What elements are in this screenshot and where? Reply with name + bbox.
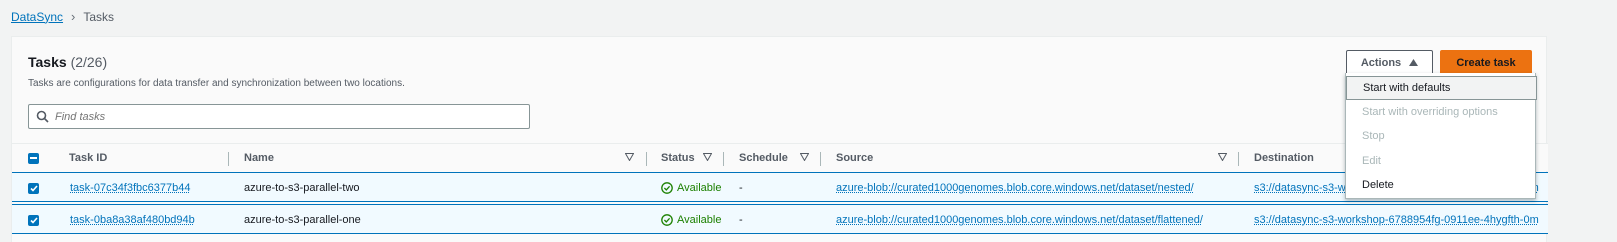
menu-item-stop: Stop [1362,130,1385,142]
title-count: (2/26) [70,54,108,70]
sort-caret-icon[interactable] [800,153,809,161]
destination-link[interactable]: s3://datasync-s3-workshop-6788954fg-0911… [1254,214,1539,226]
row-checkbox[interactable] [28,173,39,203]
breadcrumb-current: Tasks [83,9,115,24]
search-box[interactable] [28,104,530,129]
source-cell: azure-blob://curated1000genomes.blob.cor… [836,173,1194,203]
name-cell: azure-to-s3-parallel-one [244,214,361,226]
chevron-right-icon: › [71,9,76,24]
page-title: Tasks (2/26) [28,54,107,70]
status-cell: Available [661,205,721,235]
breadcrumb: DataSync › Tasks [11,9,114,24]
column-header-task-id[interactable]: Task ID [69,144,107,172]
caret-up-icon [1409,59,1419,66]
column-divider[interactable] [1238,152,1239,166]
sort-caret-icon[interactable] [625,153,634,161]
column-header-destination[interactable]: Destination [1254,144,1314,172]
task-id-link[interactable]: task-0ba8a38af480bd94b [70,214,195,226]
actions-dropdown-menu: Start with defaults Start with overridin… [1345,73,1537,199]
table-header: Task ID Name Status Schedule Source Dest… [12,143,1548,171]
task-id-cell: task-07c34f3fbc6377b44 [70,173,190,203]
column-header-schedule[interactable]: Schedule [739,144,788,172]
column-divider[interactable] [228,152,229,166]
check-icon [29,216,38,224]
row-checkbox[interactable] [28,205,39,235]
search-icon [29,110,55,123]
check-icon [29,184,38,192]
select-all-checkbox[interactable] [28,144,39,172]
success-check-icon [661,214,673,226]
success-check-icon [661,182,673,194]
status-cell: Available [661,173,721,203]
schedule-cell: - [739,214,743,226]
sort-caret-icon[interactable] [1218,153,1227,161]
column-header-name[interactable]: Name [244,144,274,172]
task-id-link[interactable]: task-07c34f3fbc6377b44 [70,182,190,194]
status-text: Available [677,214,722,226]
source-link[interactable]: azure-blob://curated1000genomes.blob.cor… [836,214,1203,226]
menu-item-delete[interactable]: Delete [1346,173,1537,197]
column-header-source[interactable]: Source [836,144,873,172]
menu-item-start-with-overriding-options: Start with overriding options [1362,106,1498,118]
status-text: Available [677,182,722,194]
task-id-cell: task-0ba8a38af480bd94b [70,205,195,235]
column-divider[interactable] [646,152,647,166]
column-divider[interactable] [820,152,821,166]
menu-item-edit: Edit [1362,155,1381,167]
tasks-panel: Tasks (2/26) Tasks are configurations fo… [11,36,1548,242]
column-divider[interactable] [723,152,724,166]
search-input[interactable] [55,110,515,123]
destination-cell: s3://datasync-s3-workshop-6788954fg-0911… [1254,205,1548,235]
sort-caret-icon[interactable] [703,153,712,161]
panel-description: Tasks are configurations for data transf… [28,78,405,89]
table-row[interactable]: task-07c34f3fbc6377b44 azure-to-s3-paral… [12,172,1548,202]
actions-button-label: Actions [1360,56,1402,69]
column-header-status[interactable]: Status [661,144,695,172]
menu-item-start-with-defaults[interactable]: Start with defaults [1346,76,1537,100]
create-task-button[interactable]: Create task [1440,50,1532,75]
breadcrumb-datasync-link[interactable]: DataSync [11,10,63,24]
schedule-cell: - [739,182,743,194]
name-cell: azure-to-s3-parallel-two [244,182,360,194]
source-cell: azure-blob://curated1000genomes.blob.cor… [836,205,1203,235]
actions-button[interactable]: Actions [1346,50,1433,75]
source-link[interactable]: azure-blob://curated1000genomes.blob.cor… [836,182,1194,194]
title-text: Tasks [28,54,67,70]
table-row[interactable]: task-0ba8a38af480bd94b azure-to-s3-paral… [12,204,1548,234]
indeterminate-icon [30,157,37,159]
